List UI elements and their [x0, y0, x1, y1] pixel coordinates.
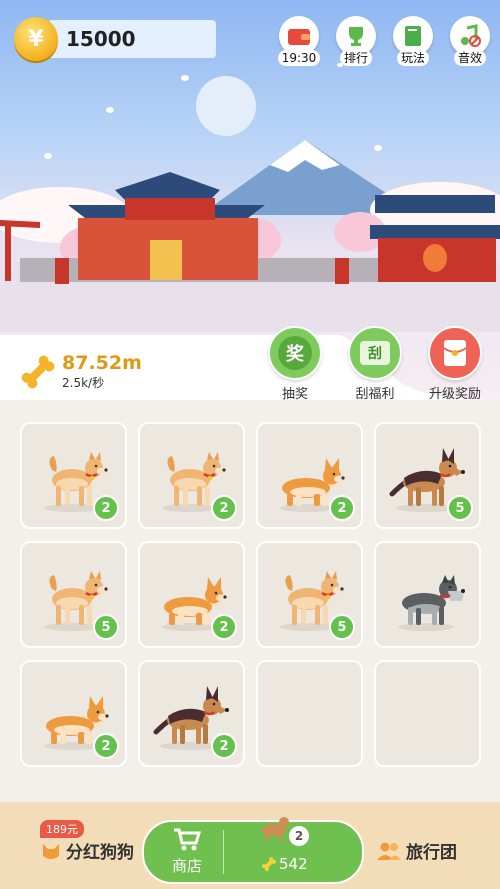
- sound-button[interactable]: 音效: [448, 16, 492, 66]
- scratch-card-icon: 刮: [348, 326, 402, 380]
- howtoplay-label: 玩法: [396, 50, 429, 66]
- levelup-reward-button[interactable]: 升级奖励: [428, 326, 482, 402]
- dog-level-badge: 2: [211, 733, 237, 759]
- bone-rate: 2.5k/秒: [62, 376, 105, 390]
- wallet-button[interactable]: 19:30: [277, 16, 321, 66]
- bone-total: 87.52m: [62, 352, 142, 374]
- shop-label: 商店: [172, 857, 203, 875]
- travel-group-label: 旅行团: [406, 843, 457, 863]
- bone-production: 87.52m 2.5k/秒: [20, 352, 142, 391]
- dividend-price-badge: 189元: [40, 820, 84, 838]
- grid-cell-shiba-dog[interactable]: 5: [20, 541, 127, 648]
- howtoplay-button[interactable]: 玩法: [391, 16, 435, 66]
- grid-cell-shepherd-dog[interactable]: 2: [138, 660, 245, 767]
- dog-level-badge: 2: [93, 495, 119, 521]
- coin-icon: ¥: [14, 17, 58, 61]
- scratch-button[interactable]: 刮 刮福利: [348, 326, 402, 402]
- dog-level-badge: 2: [329, 495, 355, 521]
- action-buttons: 奖 抽奖 刮 刮福利 升级奖励: [268, 326, 482, 402]
- grid-cell-corgi-dog[interactable]: 2: [20, 660, 127, 767]
- grid-cell-schnauzer-dog[interactable]: [374, 541, 481, 648]
- dog-head-icon: [43, 843, 59, 859]
- buy-cost: 542: [262, 855, 308, 873]
- shop-buy-button[interactable]: 商店 2 542: [142, 817, 364, 884]
- coin-counter: ¥ 15000: [14, 17, 216, 61]
- dog-level-badge: 5: [329, 614, 355, 640]
- moon: [196, 76, 256, 136]
- grid-cell-shiba-dog[interactable]: 2: [20, 422, 127, 529]
- grid-cell-corgi-dog[interactable]: 2: [138, 541, 245, 648]
- bone-icon: [21, 355, 55, 388]
- dog-level-badge: 2: [211, 495, 237, 521]
- scratch-label: 刮福利: [355, 387, 395, 402]
- grid-cell-empty[interactable]: [256, 660, 363, 767]
- levelup-reward-label: 升级奖励: [428, 387, 481, 402]
- grid-cell-shiba-dog[interactable]: 2: [138, 422, 245, 529]
- dividend-dog-button[interactable]: 分红狗狗: [40, 838, 134, 863]
- dog-level-badge: 5: [93, 614, 119, 640]
- top-button-bar: 19:30 排行 玩法 音效: [277, 16, 492, 66]
- buy-cost-value: 542: [279, 855, 308, 873]
- travel-group-button[interactable]: 旅行团: [376, 838, 457, 863]
- grid-cell-empty[interactable]: [374, 660, 481, 767]
- bone-icon: [262, 857, 276, 871]
- cart-icon: [174, 828, 202, 851]
- dog-level-badge: 2: [211, 614, 237, 640]
- ranking-label: 排行: [339, 50, 372, 66]
- red-envelope-icon: [428, 326, 482, 380]
- people-icon: [377, 842, 401, 860]
- wallet-timer: 19:30: [277, 50, 321, 66]
- ranking-button[interactable]: 排行: [334, 16, 378, 66]
- grid-cell-corgi-dog[interactable]: 2: [256, 422, 363, 529]
- lottery-label: 抽奖: [281, 387, 308, 402]
- dividend-dog-label: 分红狗狗: [66, 843, 134, 863]
- lottery-button[interactable]: 奖 抽奖: [268, 326, 322, 402]
- dog-grid: 2 2 2 5 5 2 5 2 2: [20, 422, 481, 767]
- grid-cell-shepherd-dog[interactable]: 5: [374, 422, 481, 529]
- buy-level-badge: 2: [289, 826, 309, 846]
- sound-label: 音效: [453, 50, 486, 66]
- dog-level-badge: 5: [447, 495, 473, 521]
- coin-amount: 15000: [48, 20, 216, 58]
- dog-level-badge: 2: [93, 733, 119, 759]
- grid-cell-shiba-dog[interactable]: 5: [256, 541, 363, 648]
- buy-dog-icon: [262, 817, 289, 841]
- shop-divider: [223, 830, 224, 874]
- lottery-icon: 奖: [268, 326, 322, 380]
